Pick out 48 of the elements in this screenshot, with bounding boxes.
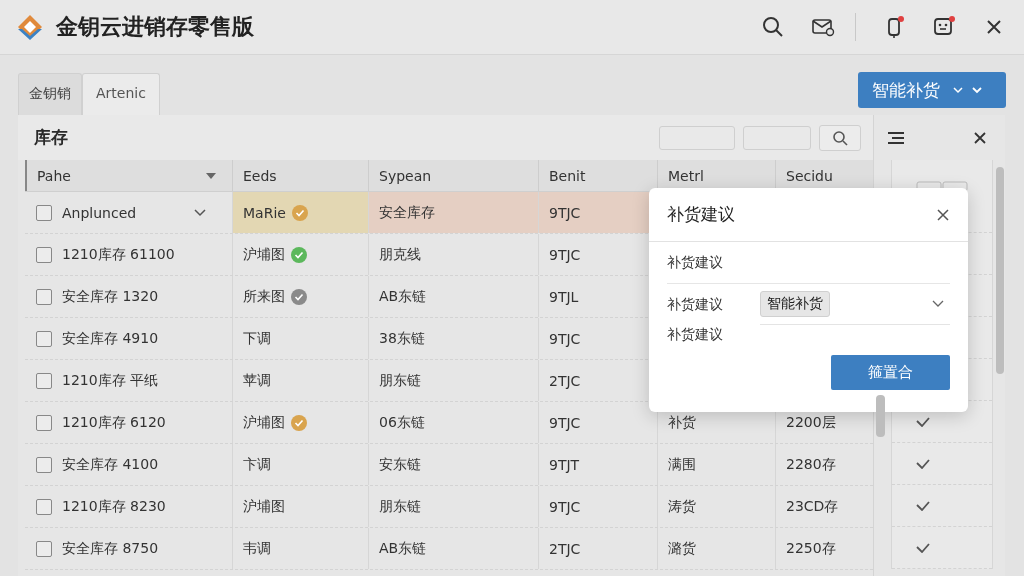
app-title: 金钥云进销存零售版 bbox=[56, 13, 254, 41]
table-cell: 朋东链 bbox=[368, 360, 538, 401]
table-cell: AB东链 bbox=[368, 528, 538, 569]
column-header[interactable]: Sypean bbox=[368, 160, 538, 191]
column-header[interactable]: Eeds bbox=[232, 160, 368, 191]
table-cell: 06东链 bbox=[368, 402, 538, 443]
table-cell: 沪埔图 bbox=[232, 234, 368, 275]
table-cell: 1210库存 8230 bbox=[25, 486, 232, 527]
panel-title: 库存 bbox=[34, 126, 68, 149]
table-cell: 38东链 bbox=[368, 318, 538, 359]
table-cell: 安全库存 4910 bbox=[25, 318, 232, 359]
table-cell: 卞调 bbox=[232, 444, 368, 485]
dialog-title: 补货建议 bbox=[667, 203, 735, 226]
table-cell: 2TJC bbox=[538, 528, 657, 569]
field-label: 补货建议 bbox=[667, 253, 724, 272]
table-cell: 朋克线 bbox=[368, 234, 538, 275]
table-cell: 1210库存 6120 bbox=[25, 402, 232, 443]
table-cell: 安东链 bbox=[368, 444, 538, 485]
table-cell: 1210库存 平纸 bbox=[25, 360, 232, 401]
column-header[interactable]: Pahe bbox=[25, 160, 232, 191]
table-cell: 下调 bbox=[232, 318, 368, 359]
table-cell: 9TJC bbox=[538, 486, 657, 527]
table-cell: Anplunced bbox=[25, 192, 232, 233]
table-cell: 所来图 bbox=[232, 276, 368, 317]
table-cell: MaRie bbox=[232, 192, 368, 233]
table-cell: 9TJT bbox=[538, 444, 657, 485]
table-cell: 韦调 bbox=[232, 528, 368, 569]
selected-tag: 智能补货 bbox=[760, 291, 830, 317]
field-label: 补货建议 bbox=[667, 295, 724, 314]
confirm-button[interactable]: 箍置合 bbox=[831, 355, 950, 390]
table-cell: 安全库存 bbox=[368, 192, 538, 233]
table-cell: 沪埔图 bbox=[232, 486, 368, 527]
table-cell: 潞货 bbox=[657, 528, 775, 569]
replenish-button[interactable]: 智能补货 bbox=[858, 72, 1006, 108]
table-cell: 安全库存 4100 bbox=[25, 444, 232, 485]
table-cell: 涛货 bbox=[657, 486, 775, 527]
table-cell: 沪埔图 bbox=[232, 402, 368, 443]
tab[interactable]: 金钥销 bbox=[18, 73, 82, 115]
field-label: 补货建议 bbox=[667, 326, 724, 344]
tab[interactable]: Artenic bbox=[82, 73, 160, 115]
select-field[interactable]: 智能补货 bbox=[760, 284, 950, 325]
table-cell: 满围 bbox=[657, 444, 775, 485]
table-cell: 1210库存 61100 bbox=[25, 234, 232, 275]
table-cell: 苹调 bbox=[232, 360, 368, 401]
table-cell: AB东链 bbox=[368, 276, 538, 317]
table-cell: 安全库存 8750 bbox=[25, 528, 232, 569]
table-cell: 朋东链 bbox=[368, 486, 538, 527]
table-cell: 安全库存 1320 bbox=[25, 276, 232, 317]
